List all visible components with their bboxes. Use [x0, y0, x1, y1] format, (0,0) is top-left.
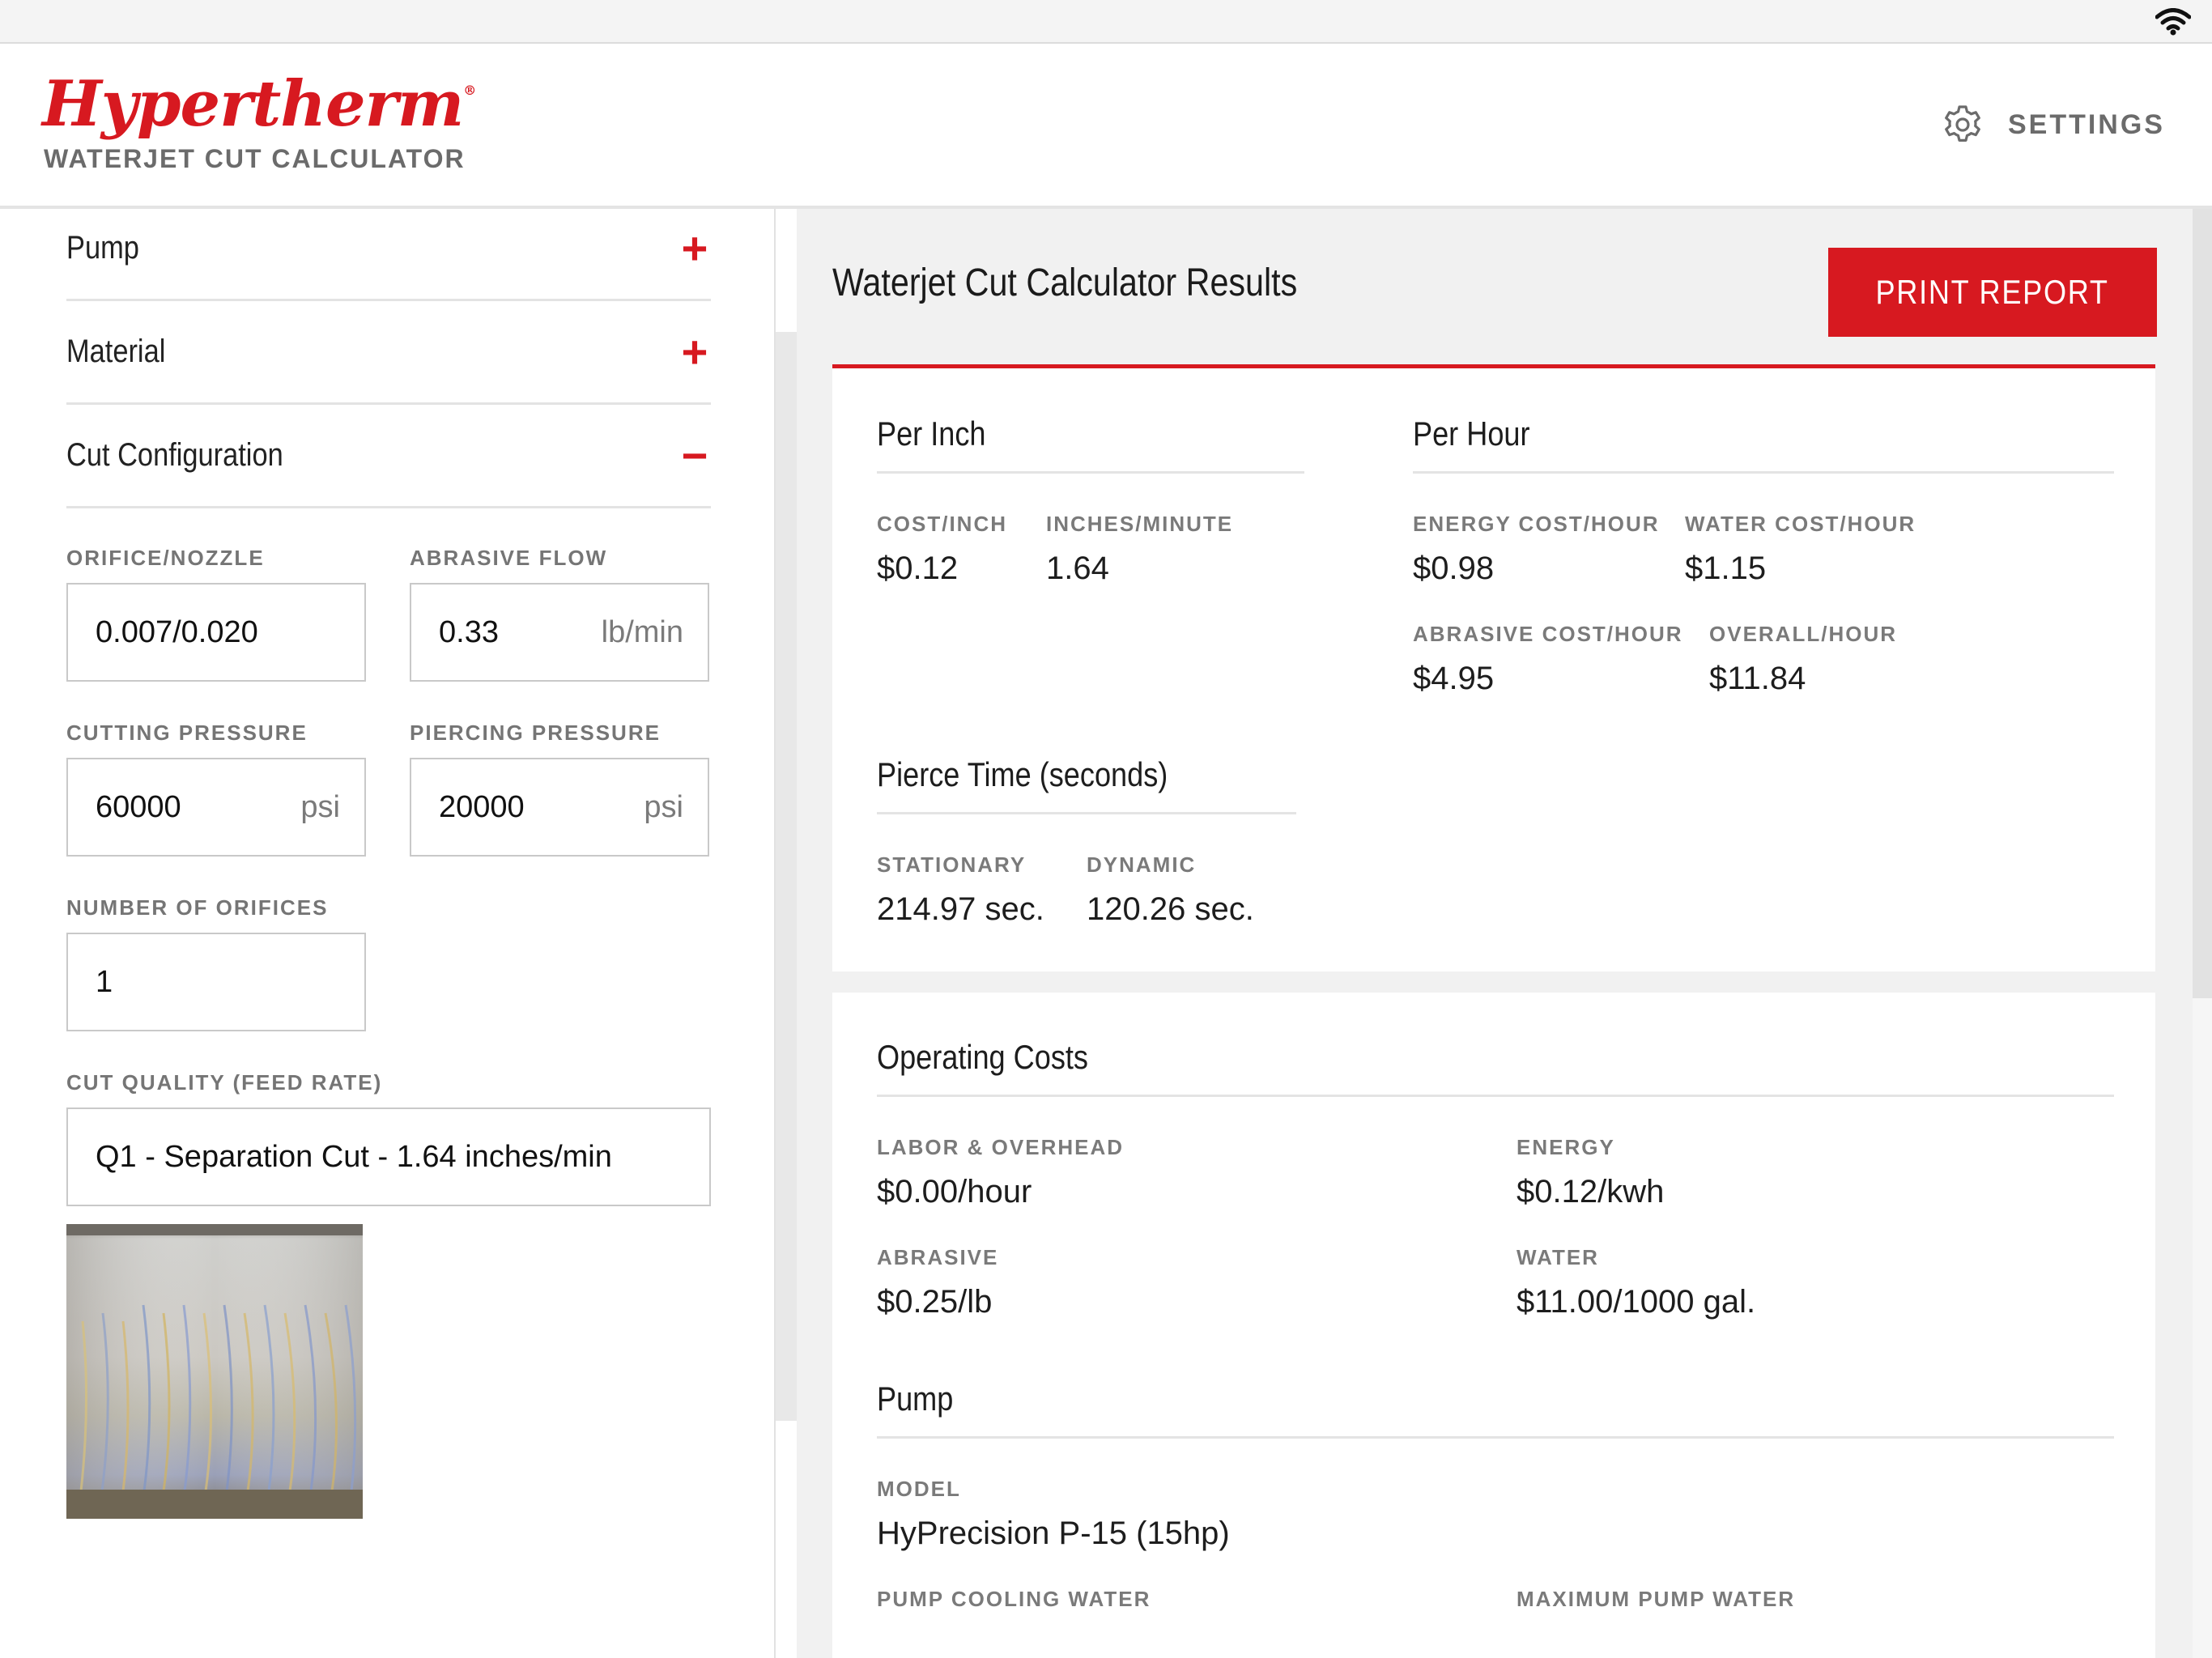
- energy-cost-hour-label: ENERGY COST/HOUR: [1413, 512, 1660, 536]
- dynamic-label: DYNAMIC: [1087, 852, 1197, 877]
- orifices-input[interactable]: 1: [66, 933, 366, 1031]
- accordion-label: Material: [66, 334, 166, 369]
- labor-overhead-value: $0.00/hour: [877, 1174, 1032, 1209]
- abrasive-rate-label: ABRASIVE: [877, 1245, 999, 1269]
- stationary-label: STATIONARY: [877, 852, 1027, 877]
- orifice-input[interactable]: 0.007/0.020: [66, 583, 366, 682]
- model-value: HyPrecision P-15 (15hp): [877, 1516, 1230, 1551]
- status-bar: [0, 0, 2212, 44]
- overall-hour-value: $11.84: [1709, 661, 1806, 696]
- overall-hour-label: OVERALL/HOUR: [1709, 622, 1897, 646]
- plus-icon: +: [681, 325, 708, 377]
- divider: [877, 1436, 2114, 1439]
- print-report-button[interactable]: PRINT REPORT: [1828, 248, 2157, 337]
- left-scrollbar[interactable]: [776, 332, 797, 1421]
- orifice-label: ORIFICE/NOZZLE: [66, 546, 265, 570]
- water-rate-value: $11.00/1000 gal.: [1516, 1284, 1756, 1320]
- print-report-label: PRINT REPORT: [1875, 273, 2110, 311]
- abrasive-flow-value: 0.33: [439, 614, 499, 649]
- maximum-pump-water-label: MAXIMUM PUMP WATER: [1516, 1587, 1796, 1611]
- cost-inch-value: $0.12: [877, 551, 959, 586]
- accordion-label: Pump: [66, 230, 139, 266]
- water-cost-hour-value: $1.15: [1685, 551, 1767, 586]
- settings-label: SETTINGS: [2007, 108, 2165, 140]
- orifices-label: NUMBER OF ORIFICES: [66, 895, 329, 920]
- labor-overhead-label: LABOR & OVERHEAD: [877, 1135, 1125, 1159]
- scrollbar-thumb[interactable]: [2193, 209, 2212, 998]
- gear-icon: [1945, 105, 1980, 142]
- dynamic-value: 120.26 sec.: [1087, 891, 1254, 927]
- cutting-pressure-label: CUTTING PRESSURE: [66, 721, 308, 745]
- minus-icon: −: [681, 429, 708, 481]
- pump-cooling-water-label: PUMP COOLING WATER: [877, 1587, 1151, 1611]
- right-scrollbar[interactable]: [2193, 209, 2212, 1658]
- energy-rate-value: $0.12/kwh: [1516, 1174, 1665, 1209]
- abrasive-rate-value: $0.25/lb: [877, 1284, 993, 1320]
- energy-rate-label: ENERGY: [1516, 1135, 1615, 1159]
- cutting-pressure-input[interactable]: 60000 psi: [66, 758, 366, 857]
- abrasive-cost-hour-label: ABRASIVE COST/HOUR: [1413, 622, 1683, 646]
- settings-button[interactable]: SETTINGS: [1942, 100, 2165, 149]
- model-label: MODEL: [877, 1477, 961, 1501]
- energy-cost-hour-value: $0.98: [1413, 551, 1495, 586]
- piercing-pressure-value: 20000: [439, 789, 525, 824]
- cut-quality-label: CUT QUALITY (FEED RATE): [66, 1070, 383, 1095]
- accordion-label: Cut Configuration: [66, 437, 283, 473]
- water-rate-label: WATER: [1516, 1245, 1599, 1269]
- abrasive-cost-hour-value: $4.95: [1413, 661, 1495, 696]
- stationary-value: 214.97 sec.: [877, 891, 1044, 927]
- wifi-icon: [2155, 8, 2191, 36]
- divider: [1413, 471, 2114, 474]
- piercing-pressure-unit: psi: [644, 789, 683, 824]
- hypertherm-logo: Hypertherm®: [42, 67, 476, 141]
- results-title: Waterjet Cut Calculator Results: [832, 261, 1298, 304]
- cutting-pressure-unit: psi: [300, 789, 340, 824]
- app-subtitle: WATERJET CUT CALCULATOR: [44, 144, 466, 173]
- piercing-pressure-input[interactable]: 20000 psi: [410, 758, 709, 857]
- cutting-pressure-value: 60000: [96, 789, 181, 824]
- pierce-time-heading: Pierce Time (seconds): [877, 755, 1168, 793]
- abrasive-flow-unit: lb/min: [601, 614, 683, 649]
- per-inch-heading: Per Inch: [877, 414, 986, 453]
- per-hour-heading: Per Hour: [1413, 414, 1530, 453]
- orifice-value: 0.007/0.020: [96, 614, 258, 649]
- abrasive-flow-label: ABRASIVE FLOW: [410, 546, 608, 570]
- divider: [877, 1095, 2114, 1097]
- divider: [877, 812, 1296, 814]
- accordion-pump[interactable]: Pump +: [66, 198, 711, 301]
- divider: [877, 471, 1304, 474]
- operating-costs-card: [832, 993, 2155, 1658]
- cost-inch-label: COST/INCH: [877, 512, 1007, 536]
- abrasive-flow-input[interactable]: 0.33 lb/min: [410, 583, 709, 682]
- app-header: Hypertherm® WATERJET CUT CALCULATOR SETT…: [0, 44, 2212, 209]
- accordion-material[interactable]: Material +: [66, 301, 711, 405]
- operating-costs-heading: Operating Costs: [877, 1038, 1088, 1076]
- cut-quality-value: Q1 - Separation Cut - 1.64 inches/min: [96, 1139, 612, 1174]
- pump-heading: Pump: [877, 1380, 954, 1418]
- inches-minute-value: 1.64: [1046, 551, 1109, 586]
- cut-quality-sample-image: [66, 1224, 363, 1519]
- accordion-cut-configuration[interactable]: Cut Configuration −: [66, 405, 711, 508]
- plus-icon: +: [681, 222, 708, 274]
- water-cost-hour-label: WATER COST/HOUR: [1685, 512, 1916, 536]
- piercing-pressure-label: PIERCING PRESSURE: [410, 721, 661, 745]
- inches-minute-label: INCHES/MINUTE: [1046, 512, 1234, 536]
- orifices-value: 1: [96, 964, 113, 999]
- cut-quality-select[interactable]: Q1 - Separation Cut - 1.64 inches/min: [66, 1107, 711, 1206]
